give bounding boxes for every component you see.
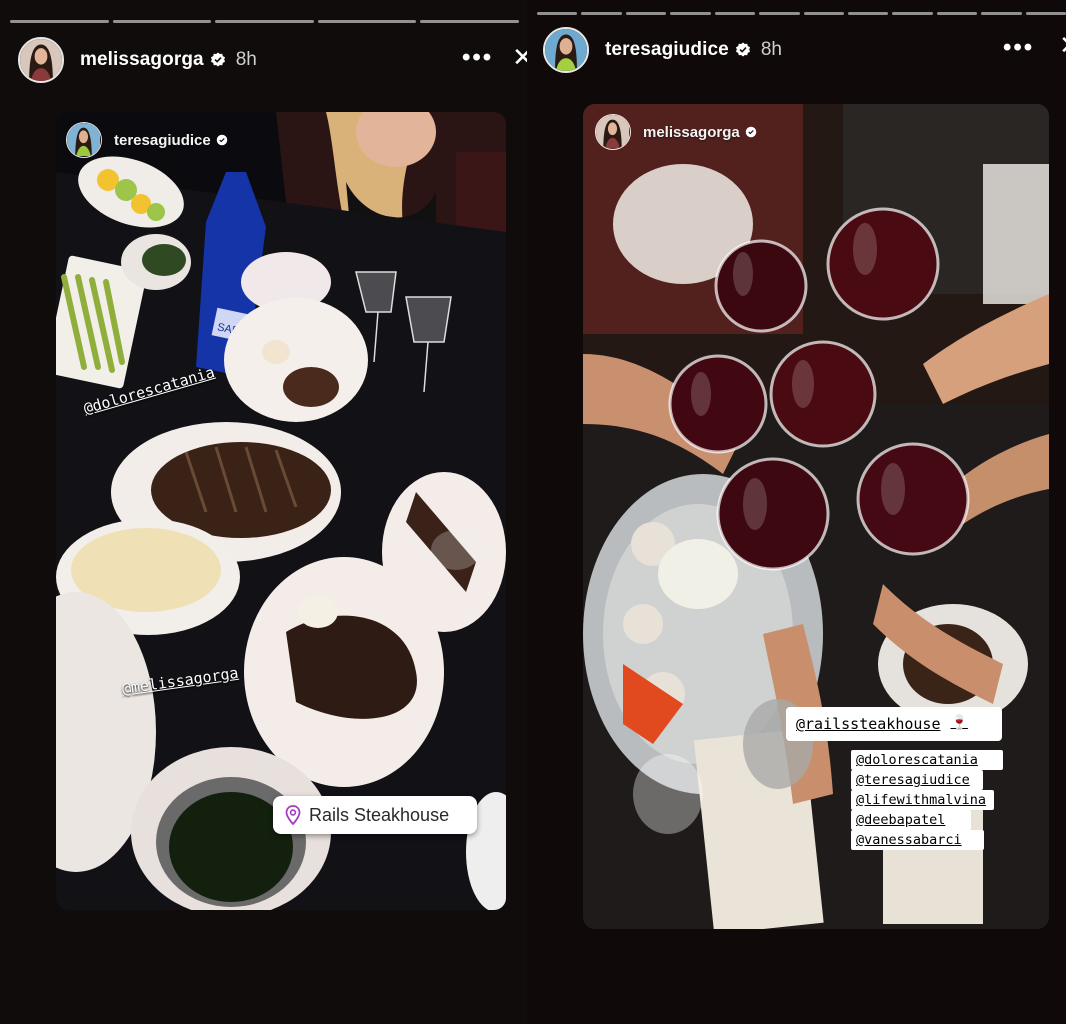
- progress-segment: [581, 12, 622, 15]
- verified-badge-icon: [216, 134, 227, 146]
- shared-post-username[interactable]: melissagorga: [643, 124, 740, 141]
- progress-bar: [537, 12, 1066, 16]
- progress-segment: [317, 20, 417, 23]
- verified-badge-icon: [210, 52, 225, 67]
- story-header: melissagorga 8h: [18, 36, 257, 84]
- location-sticker[interactable]: Rails Steakhouse: [273, 796, 477, 834]
- mention-sticker[interactable]: @vanessabarci: [851, 830, 984, 850]
- username[interactable]: melissagorga: [80, 49, 204, 71]
- mention-sticker[interactable]: @lifewithmalvina: [851, 790, 994, 810]
- progress-segment: [625, 12, 667, 15]
- shared-post-header: melissagorga: [595, 114, 757, 150]
- progress-segment: [847, 12, 889, 15]
- progress-segment: [112, 20, 212, 23]
- avatar[interactable]: [66, 122, 102, 158]
- close-icon[interactable]: ✕: [1059, 30, 1066, 61]
- progress-segment: [215, 20, 314, 23]
- avatar[interactable]: [543, 27, 589, 73]
- time-ago: 8h: [760, 39, 782, 60]
- progress-segment: [670, 12, 711, 15]
- progress-segment: [1025, 12, 1066, 15]
- verified-badge-icon: [735, 42, 750, 57]
- mention-list: @dolorescatania @teresagiudice @lifewith…: [851, 750, 1003, 850]
- time-ago: 8h: [235, 49, 257, 70]
- username[interactable]: teresagiudice: [605, 39, 729, 61]
- mention-text: @railssteakhouse: [796, 715, 941, 733]
- verified-badge-icon: [745, 126, 756, 138]
- progress-segment: [759, 12, 800, 15]
- story-header: teresagiudice 8h: [543, 26, 782, 74]
- shared-post-username[interactable]: teresagiudice: [114, 132, 211, 149]
- location-pin-icon: [285, 805, 301, 825]
- location-name: Rails Steakhouse: [309, 804, 450, 825]
- mention-sticker[interactable]: @railssteakhouse 🍷: [786, 707, 1002, 741]
- mention-sticker[interactable]: @deebapatel: [851, 810, 971, 830]
- progress-bar: [10, 20, 519, 24]
- story-media-left: SARATOGA: [56, 112, 506, 910]
- avatar[interactable]: [18, 37, 64, 83]
- avatar[interactable]: [595, 114, 631, 150]
- progress-segment: [981, 12, 1022, 15]
- progress-segment: [892, 12, 933, 15]
- shared-post-header: teresagiudice: [66, 122, 228, 158]
- mention-sticker[interactable]: @dolorescatania: [851, 750, 1003, 770]
- mention-sticker[interactable]: @teresagiudice: [851, 770, 983, 790]
- more-options-button[interactable]: •••: [462, 44, 493, 72]
- wine-glass-icon: 🍷: [950, 715, 968, 731]
- more-options-button[interactable]: •••: [1003, 34, 1034, 62]
- dinner-table-photo: SARATOGA: [56, 112, 506, 910]
- progress-segment: [10, 20, 109, 23]
- progress-segment: [420, 20, 519, 23]
- close-icon[interactable]: ✕: [512, 42, 527, 73]
- progress-segment: [537, 12, 578, 15]
- progress-segment: [803, 12, 844, 15]
- progress-segment: [936, 12, 978, 15]
- progress-segment: [714, 12, 756, 15]
